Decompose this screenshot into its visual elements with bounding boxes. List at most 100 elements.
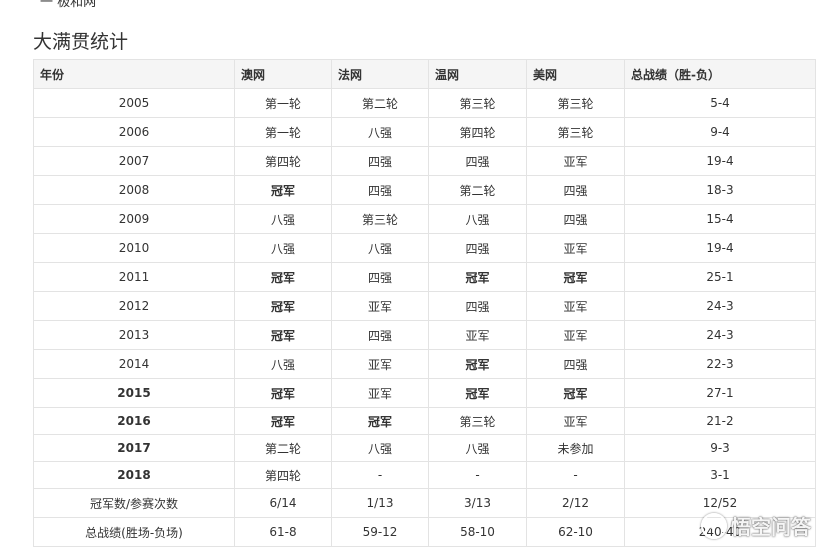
cell-wimbledon: 四强 bbox=[428, 233, 527, 263]
cell-us-open: 四强 bbox=[526, 175, 625, 205]
cell-french-open: 亚军 bbox=[331, 349, 429, 379]
cell-summary-label: 冠军数/参赛次数 bbox=[33, 488, 235, 518]
cell-us-open: - bbox=[526, 461, 625, 489]
cell-us-open: 未参加 bbox=[526, 434, 625, 462]
grand-slam-stats-table: 年份 澳网 法网 温网 美网 总战绩（胜-负） 2005 第一轮 第二轮 第三轮 第三轮… bbox=[33, 59, 816, 547]
cell-year: 2005 bbox=[33, 88, 235, 118]
table-body: 2005 第一轮 第二轮 第三轮 第三轮 5-4 2006 第一轮 八强 第四轮 第三轮 9-4 200… bbox=[33, 88, 816, 547]
cell-us-open: 亚军 bbox=[526, 407, 625, 435]
cell-wimbledon: 第四轮 bbox=[428, 117, 527, 147]
cell-total-record: 27-1 bbox=[624, 378, 816, 408]
table-row: 2013 冠军 四强 亚军 亚军 24-3 bbox=[33, 320, 816, 350]
cell-us-open: 冠军 bbox=[526, 378, 625, 408]
cell-total-record: 22-3 bbox=[624, 349, 816, 379]
cell-australian-open: 冠军 bbox=[234, 262, 332, 292]
cell-total-record: 25-1 bbox=[624, 262, 816, 292]
cell-year: 2018 bbox=[33, 461, 235, 489]
cell-summary-total-record: 12/52 bbox=[624, 488, 816, 518]
cell-summary-wimbledon: 58-10 bbox=[428, 517, 527, 547]
cell-australian-open: 八强 bbox=[234, 233, 332, 263]
cell-total-record: 15-4 bbox=[624, 204, 816, 234]
cell-french-open: 冠军 bbox=[331, 407, 429, 435]
cell-summary-total-record: 240-40 bbox=[624, 517, 816, 547]
table-row: 2008 冠军 四强 第二轮 四强 18-3 bbox=[33, 175, 816, 205]
cell-year: 2014 bbox=[33, 349, 235, 379]
cell-wimbledon: 四强 bbox=[428, 291, 527, 321]
cell-wimbledon: 四强 bbox=[428, 146, 527, 176]
table-row: 2015 冠军 亚军 冠军 冠军 27-1 bbox=[33, 378, 816, 408]
cell-year: 2008 bbox=[33, 175, 235, 205]
cell-us-open: 亚军 bbox=[526, 320, 625, 350]
header-us-open: 美网 bbox=[526, 59, 625, 89]
cell-year: 2012 bbox=[33, 291, 235, 321]
cell-wimbledon: - bbox=[428, 461, 527, 489]
table-row: 2006 第一轮 八强 第四轮 第三轮 9-4 bbox=[33, 117, 816, 147]
section-title: 大满贯统计 bbox=[33, 31, 129, 53]
cell-year: 2017 bbox=[33, 434, 235, 462]
cell-us-open: 四强 bbox=[526, 349, 625, 379]
summary-row: 总战绩(胜场-负场) 61-8 59-12 58-10 62-10 240-40 bbox=[33, 517, 816, 547]
cell-french-open: 八强 bbox=[331, 434, 429, 462]
cell-us-open: 亚军 bbox=[526, 291, 625, 321]
cell-summary-australian-open: 61-8 bbox=[234, 517, 332, 547]
cell-total-record: 9-3 bbox=[624, 434, 816, 462]
header-french-open: 法网 bbox=[331, 59, 429, 89]
cell-us-open: 亚军 bbox=[526, 146, 625, 176]
cell-australian-open: 冠军 bbox=[234, 291, 332, 321]
cell-australian-open: 冠军 bbox=[234, 175, 332, 205]
table-row: 2012 冠军 亚军 四强 亚军 24-3 bbox=[33, 291, 816, 321]
header-wimbledon: 温网 bbox=[428, 59, 527, 89]
cell-us-open: 亚军 bbox=[526, 233, 625, 263]
cell-total-record: 19-4 bbox=[624, 233, 816, 263]
table-row: 2011 冠军 四强 冠军 冠军 25-1 bbox=[33, 262, 816, 292]
cell-summary-french-open: 59-12 bbox=[331, 517, 429, 547]
cell-french-open: 八强 bbox=[331, 233, 429, 263]
table-row: 2016 冠军 冠军 第三轮 亚军 21-2 bbox=[33, 407, 816, 435]
cell-summary-australian-open: 6/14 bbox=[234, 488, 332, 518]
cell-french-open: 四强 bbox=[331, 175, 429, 205]
cell-wimbledon: 亚军 bbox=[428, 320, 527, 350]
table-row: 2018 第四轮 - - -3-1 bbox=[33, 461, 816, 489]
cell-year: 2006 bbox=[33, 117, 235, 147]
cell-wimbledon: 八强 bbox=[428, 204, 527, 234]
table-row: 2005 第一轮 第二轮 第三轮 第三轮 5-4 bbox=[33, 88, 816, 118]
header-total-record: 总战绩（胜-负） bbox=[624, 59, 816, 89]
cell-french-open: 四强 bbox=[331, 146, 429, 176]
cell-summary-french-open: 1/13 bbox=[331, 488, 429, 518]
cell-wimbledon: 冠军 bbox=[428, 378, 527, 408]
table-header-row: 年份 澳网 法网 温网 美网 总战绩（胜-负） bbox=[33, 59, 816, 89]
cell-total-record: 19-4 bbox=[624, 146, 816, 176]
cell-us-open: 冠军 bbox=[526, 262, 625, 292]
top-text-fragment: 一 极和网 bbox=[40, 0, 97, 10]
cell-australian-open: 八强 bbox=[234, 349, 332, 379]
cell-year: 2007 bbox=[33, 146, 235, 176]
cell-us-open: 第三轮 bbox=[526, 88, 625, 118]
table-row: 2010 八强 八强 四强 亚军 19-4 bbox=[33, 233, 816, 263]
cell-wimbledon: 八强 bbox=[428, 434, 527, 462]
cell-french-open: 第二轮 bbox=[331, 88, 429, 118]
cell-australian-open: 冠军 bbox=[234, 407, 332, 435]
table-row: 2009 八强 第三轮 八强 四强 15-4 bbox=[33, 204, 816, 234]
cell-year: 2013 bbox=[33, 320, 235, 350]
cell-year: 2016 bbox=[33, 407, 235, 435]
cell-summary-us-open: 2/12 bbox=[526, 488, 625, 518]
summary-row: 冠军数/参赛次数 6/14 1/13 3/13 2/12 12/52 bbox=[33, 488, 816, 518]
cell-french-open: 亚军 bbox=[331, 378, 429, 408]
cell-australian-open: 第四轮 bbox=[234, 146, 332, 176]
cell-french-open: 亚军 bbox=[331, 291, 429, 321]
cell-french-open: 四强 bbox=[331, 320, 429, 350]
cell-australian-open: 冠军 bbox=[234, 320, 332, 350]
cell-summary-label: 总战绩(胜场-负场) bbox=[33, 517, 235, 547]
cell-total-record: 9-4 bbox=[624, 117, 816, 147]
cell-wimbledon: 冠军 bbox=[428, 349, 527, 379]
cell-australian-open: 第一轮 bbox=[234, 88, 332, 118]
cell-wimbledon: 第二轮 bbox=[428, 175, 527, 205]
table-row: 2007 第四轮 四强 四强 亚军 19-4 bbox=[33, 146, 816, 176]
cell-year: 2010 bbox=[33, 233, 235, 263]
cell-total-record: 5-4 bbox=[624, 88, 816, 118]
cell-total-record: 24-3 bbox=[624, 320, 816, 350]
cell-wimbledon: 第三轮 bbox=[428, 88, 527, 118]
cell-australian-open: 第二轮 bbox=[234, 434, 332, 462]
cell-australian-open: 第四轮 bbox=[234, 461, 332, 489]
cell-year: 2015 bbox=[33, 378, 235, 408]
